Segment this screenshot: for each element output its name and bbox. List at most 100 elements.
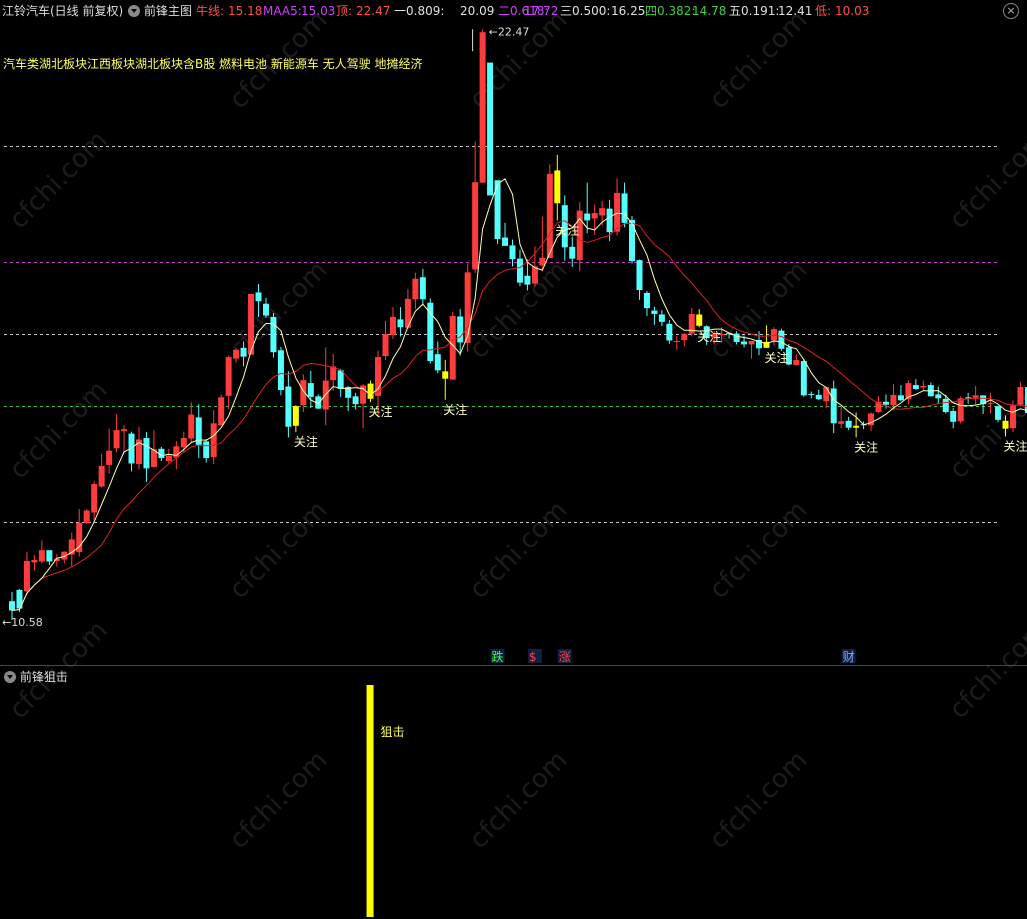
annotation-guanzhu: 关注 (697, 329, 721, 344)
fib5-value: 12.41 (778, 4, 813, 18)
watermark-text: cfchi.com (224, 255, 334, 365)
candle-body (143, 437, 150, 469)
candle-body (262, 303, 269, 316)
candle-body (845, 420, 852, 428)
candle-body (270, 316, 277, 353)
watermark-text: cfchi.com (224, 495, 334, 605)
candle-body (793, 360, 800, 365)
watermark-text: cfchi.com (944, 615, 1027, 725)
candle-body (225, 357, 232, 396)
annotation-guanzhu: 关注 (854, 440, 878, 455)
candle-body (509, 245, 516, 260)
fib1-label: 一0.809: (394, 4, 445, 18)
candle-body (113, 430, 120, 449)
candle-body (614, 192, 621, 232)
candle-body (106, 450, 113, 465)
watermark-text: cfchi.com (704, 495, 814, 605)
candle-body (98, 465, 105, 487)
candle-body (957, 398, 964, 422)
candle-body (995, 406, 1002, 420)
maa5-value: 15.03 (301, 4, 336, 18)
sector-tags: 汽车类湖北板块江西板块湖北板块含B股 燃料电池 新能源车 无人驾驶 地摊经济 (3, 57, 423, 71)
candle-body (158, 448, 165, 459)
candle-body (815, 394, 822, 400)
candle-body (389, 316, 396, 336)
candle-body (546, 173, 553, 259)
fib3-label: 三0.500: (560, 4, 611, 18)
fib5-label: 五0.191: (729, 4, 780, 18)
candle-body (658, 314, 665, 322)
candle-body (531, 266, 538, 284)
candle-body (950, 411, 957, 422)
candle-body (778, 330, 785, 349)
candle-body (233, 349, 240, 359)
candle-body (218, 397, 225, 426)
candle-body (9, 601, 15, 611)
candle-body (367, 383, 374, 399)
candle-body (240, 347, 247, 357)
candle-body (457, 316, 464, 343)
watermark-text: cfchi.com (4, 375, 114, 485)
event-marker: $ (529, 650, 537, 664)
niu-value: 15.18 (228, 4, 263, 18)
candle-body (1009, 405, 1016, 429)
event-marker: 跌 (492, 649, 504, 664)
candle-body (651, 310, 658, 315)
top-value: 22.47 (356, 4, 391, 18)
candle-body (203, 441, 210, 459)
annotation-guanzhu: 关注 (1004, 439, 1027, 454)
annotation-guanzhu: 关注 (764, 350, 788, 365)
candle-body (397, 319, 404, 328)
candle-body (91, 484, 98, 513)
watermark-text: cfchi.com (224, 745, 334, 855)
low-value: 10.03 (835, 4, 870, 18)
indicator-title[interactable]: 前锋主图 (144, 4, 192, 18)
candle-body (382, 334, 389, 357)
candle-body (419, 277, 426, 300)
candle-body (972, 395, 979, 398)
snipe-signal-bar (366, 685, 374, 917)
candle-body (427, 302, 434, 362)
watermark-text: cfchi.com (944, 125, 1027, 235)
low-price-label: ←10.58 (2, 616, 43, 629)
lower-dropdown-icon[interactable] (4, 671, 16, 683)
chart-canvas: cfchi.com cfchi.com cfchi.com cfchi.com cfch… (0, 5, 1027, 917)
dropdown-icon[interactable] (128, 5, 140, 17)
candle-body (337, 370, 344, 389)
candle-body (987, 403, 994, 405)
event-marker: 涨 (559, 649, 571, 664)
stock-title[interactable]: 江铃汽车(日线 前复权) (2, 4, 123, 18)
candle-body (554, 170, 561, 204)
candle-body (912, 385, 919, 389)
lower-panel-title[interactable]: 前锋狙击 (20, 670, 68, 684)
watermark-text: cfchi.com (4, 125, 114, 235)
candle-body (121, 429, 128, 432)
chart-header: 江铃汽车(日线 前复权) 前锋主图 牛线: 15.18 MAA5: 15.03 … (0, 0, 1027, 22)
candle-body (472, 182, 479, 270)
snipe-signal-label: 狙击 (381, 725, 405, 739)
candle-body (352, 396, 359, 405)
maa5-label: MAA5: (263, 4, 302, 18)
watermark-layer: cfchi.com cfchi.com cfchi.com cfchi.com cfch… (4, 5, 1027, 855)
fib1-value: 20.09 (460, 4, 495, 18)
watermark-text: cfchi.com (464, 745, 574, 855)
candle-body (180, 437, 187, 448)
close-icon[interactable]: × (1003, 3, 1019, 19)
candle-body (46, 550, 53, 562)
annotation-guanzhu: 关注 (369, 404, 393, 419)
fib3-value: 16.25 (611, 4, 646, 18)
candle-body (516, 258, 523, 283)
candle-body (599, 208, 606, 216)
candle-body (800, 361, 807, 396)
candle-body (584, 213, 591, 221)
candle-body (83, 510, 90, 524)
fib4-value: 14.78 (692, 4, 727, 18)
candle-body (569, 246, 576, 259)
lower-panel: 狙击 (366, 685, 405, 917)
candle-body (31, 560, 38, 563)
fib4-label: 四0.382: (645, 4, 696, 18)
watermark-text: cfchi.com (704, 745, 814, 855)
candle-body (210, 423, 217, 458)
low-label: 低: (815, 4, 832, 18)
niu-label: 牛线: (196, 4, 225, 18)
